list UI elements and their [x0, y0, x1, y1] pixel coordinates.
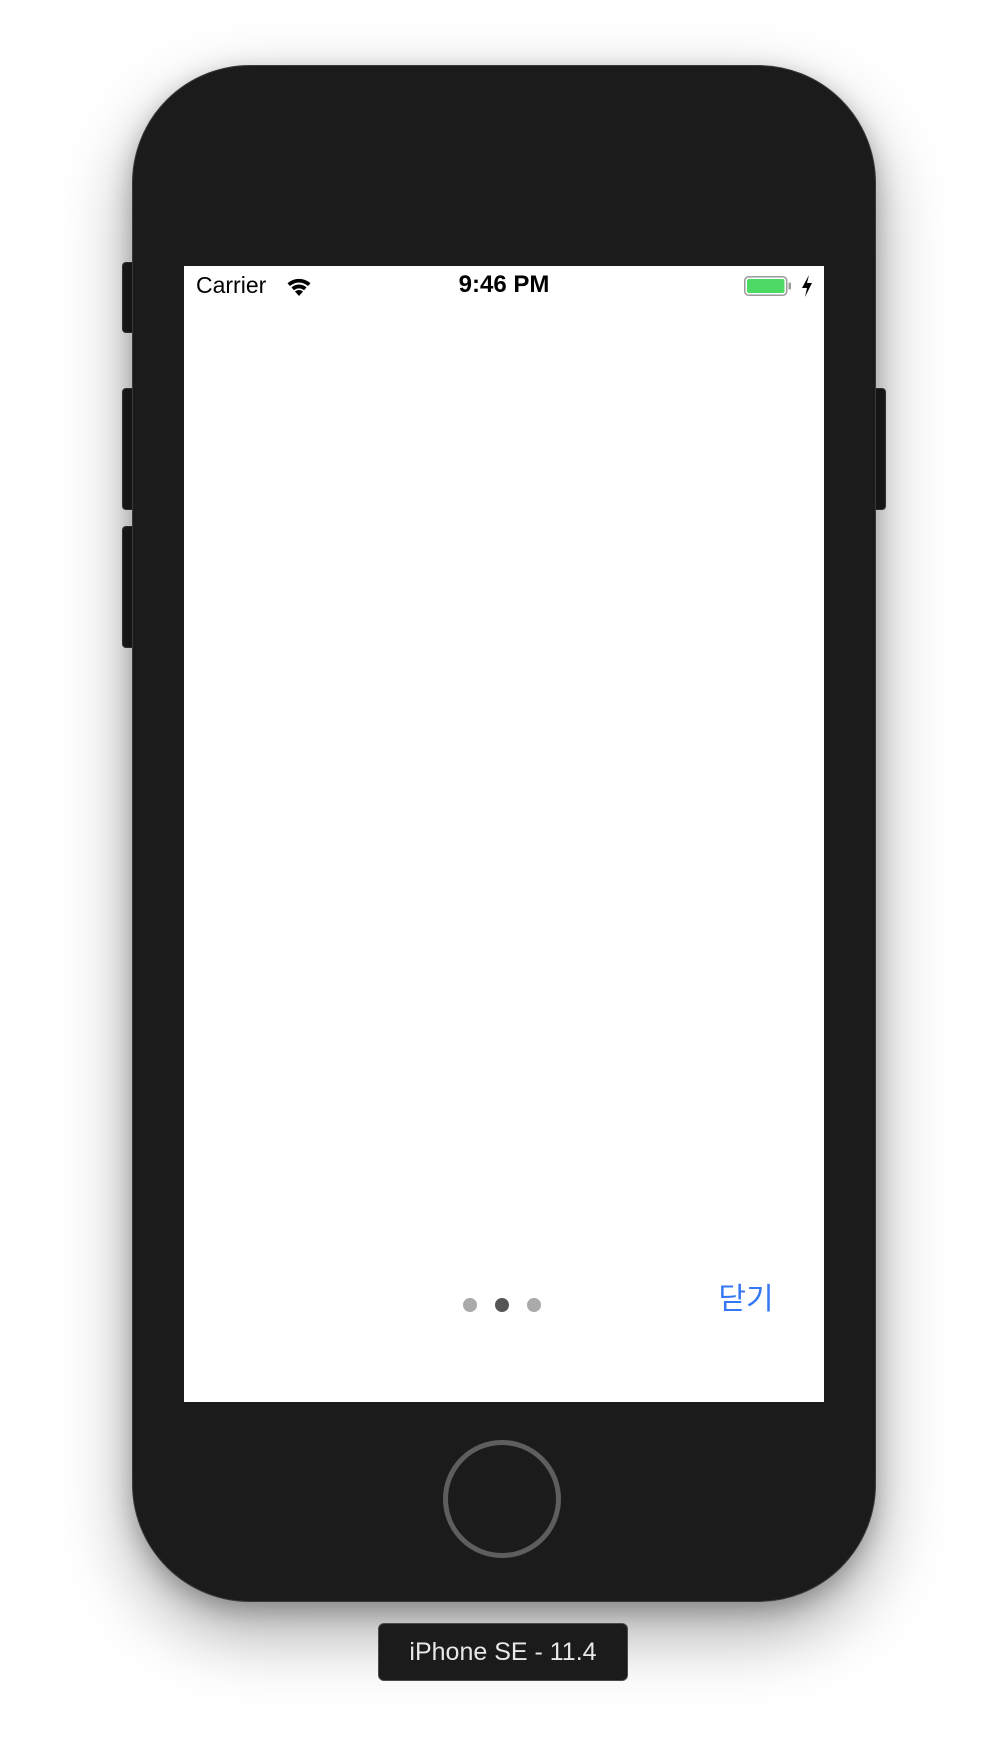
close-button[interactable]: 닫기 — [706, 1278, 786, 1322]
page-control[interactable] — [463, 1298, 541, 1314]
simulator-device-label: iPhone SE - 11.4 — [378, 1623, 628, 1681]
simulator-stage: Carrier 9:46 PM 닫기 iPhone SE - 11.4 — [0, 0, 1008, 1764]
battery-icon — [744, 276, 791, 296]
page-dot-active[interactable] — [495, 1298, 509, 1312]
home-button[interactable] — [443, 1440, 561, 1558]
page-dot[interactable] — [463, 1298, 477, 1312]
status-time: 9:46 PM — [458, 271, 550, 298]
charging-bolt-icon — [802, 275, 812, 297]
page-dot[interactable] — [527, 1298, 541, 1312]
status-bar: Carrier 9:46 PM — [184, 266, 824, 306]
device-screen: Carrier 9:46 PM 닫기 — [184, 266, 824, 1402]
